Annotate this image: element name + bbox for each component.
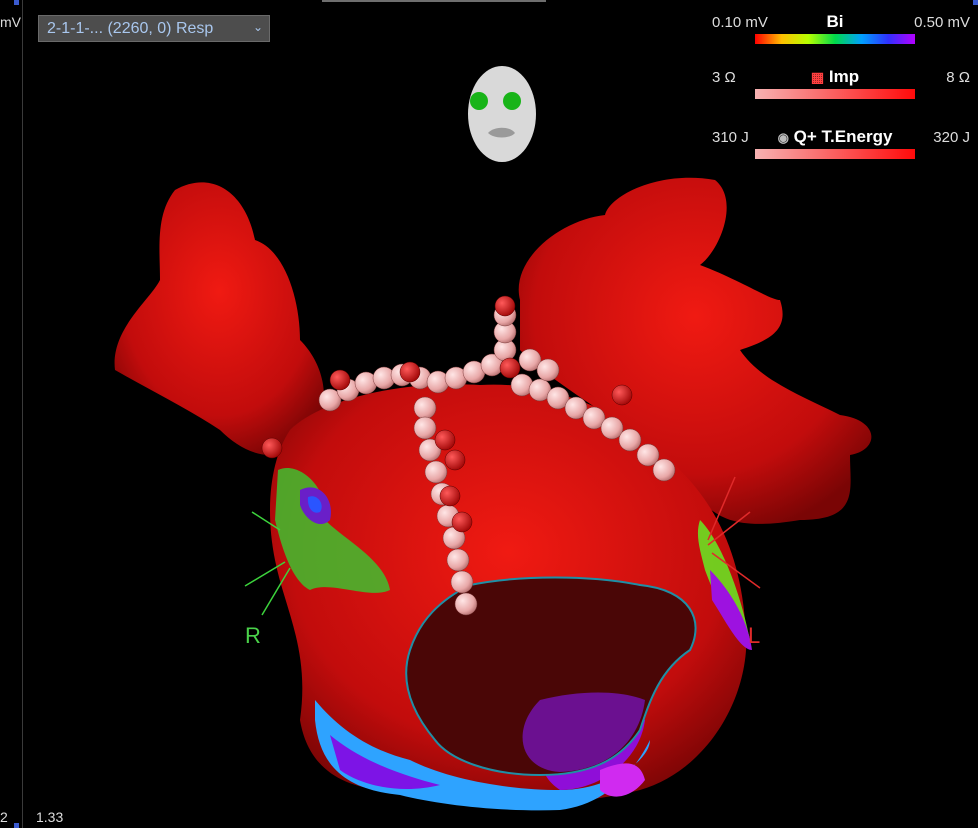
legend-color-bar [755,89,915,99]
legend-color-bar [755,34,915,44]
top-divider [322,0,546,2]
legend-energy[interactable]: 310 J ◉ Q+ T.Energy 320 J [700,127,970,179]
left-atrial-appendage [114,182,324,455]
legend-title-text: Q+ T.Energy [793,127,893,146]
map-selector-value: 2-1-1-... (2260, 0) Resp [47,19,214,37]
legend-color-bar [755,149,915,159]
legend-bipolar[interactable]: 0.10 mV Bi 0.50 mV [700,12,970,64]
corner-marker [14,823,19,828]
orientation-label-right: R [245,623,261,648]
legend-max: 0.50 mV [914,14,970,31]
left-unit-label: mV [0,14,21,30]
dot-ball-icon: ◉ [777,130,789,145]
3d-anatomy-viewport[interactable] [0,0,978,828]
corner-marker [973,0,978,5]
zoom-level: 1.33 [36,809,64,825]
left-value-label: 2 [0,809,8,825]
orientation-head-icon [468,66,536,162]
map-selector-dropdown[interactable]: 2-1-1-... (2260, 0) Resp ⌄ [38,15,270,42]
legend-max: 8 Ω [946,69,970,86]
legend-title: ◉ Q+ T.Energy [700,127,970,147]
corner-marker [14,0,19,5]
legend-max: 320 J [933,129,970,146]
legend-title: ▦ Imp [700,67,970,87]
grid-ball-icon: ▦ [810,69,825,85]
legend-impedance[interactable]: 3 Ω ▦ Imp 8 Ω [700,67,970,119]
orientation-label-left: L [748,623,761,648]
left-panel: mV 2 [0,0,23,828]
chevron-down-icon: ⌄ [252,20,263,34]
legend-title-text: Imp [828,67,860,86]
